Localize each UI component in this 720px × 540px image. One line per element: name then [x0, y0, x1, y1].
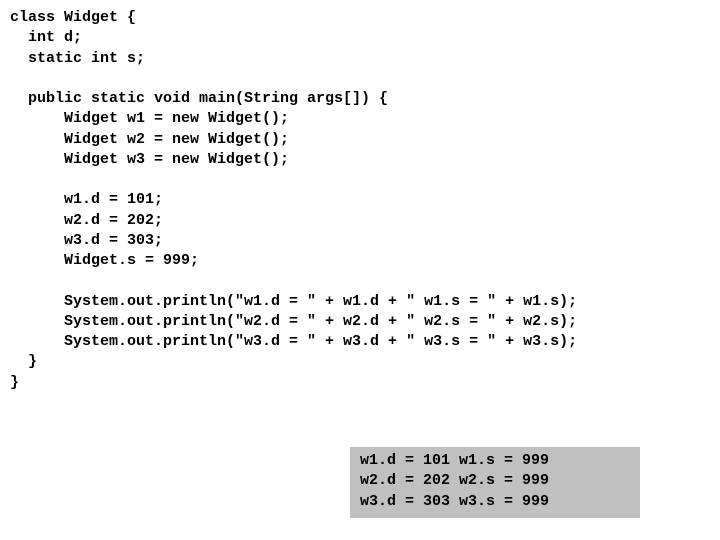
code-line: int d;	[10, 29, 82, 46]
code-line: Widget w3 = new Widget();	[10, 151, 289, 168]
code-line: Widget w2 = new Widget();	[10, 131, 289, 148]
output-line: w3.d = 303 w3.s = 999	[360, 493, 549, 510]
code-line: public static void main(String args[]) {	[10, 90, 388, 107]
code-line: w2.d = 202;	[10, 212, 163, 229]
code-line: w1.d = 101;	[10, 191, 163, 208]
code-line: Widget w1 = new Widget();	[10, 110, 289, 127]
code-line: System.out.println("w2.d = " + w2.d + " …	[10, 313, 577, 330]
code-line: w3.d = 303;	[10, 232, 163, 249]
code-block: class Widget { int d; static int s; publ…	[10, 8, 720, 393]
code-line: }	[10, 374, 19, 391]
output-line: w1.d = 101 w1.s = 999	[360, 452, 549, 469]
slide: class Widget { int d; static int s; publ…	[0, 0, 720, 540]
code-line: }	[10, 353, 37, 370]
output-line: w2.d = 202 w2.s = 999	[360, 472, 549, 489]
code-line: static int s;	[10, 50, 145, 67]
code-line: class Widget {	[10, 9, 136, 26]
program-output: w1.d = 101 w1.s = 999 w2.d = 202 w2.s = …	[350, 447, 640, 518]
code-line: Widget.s = 999;	[10, 252, 199, 269]
code-line: System.out.println("w3.d = " + w3.d + " …	[10, 333, 577, 350]
code-line: System.out.println("w1.d = " + w1.d + " …	[10, 293, 577, 310]
